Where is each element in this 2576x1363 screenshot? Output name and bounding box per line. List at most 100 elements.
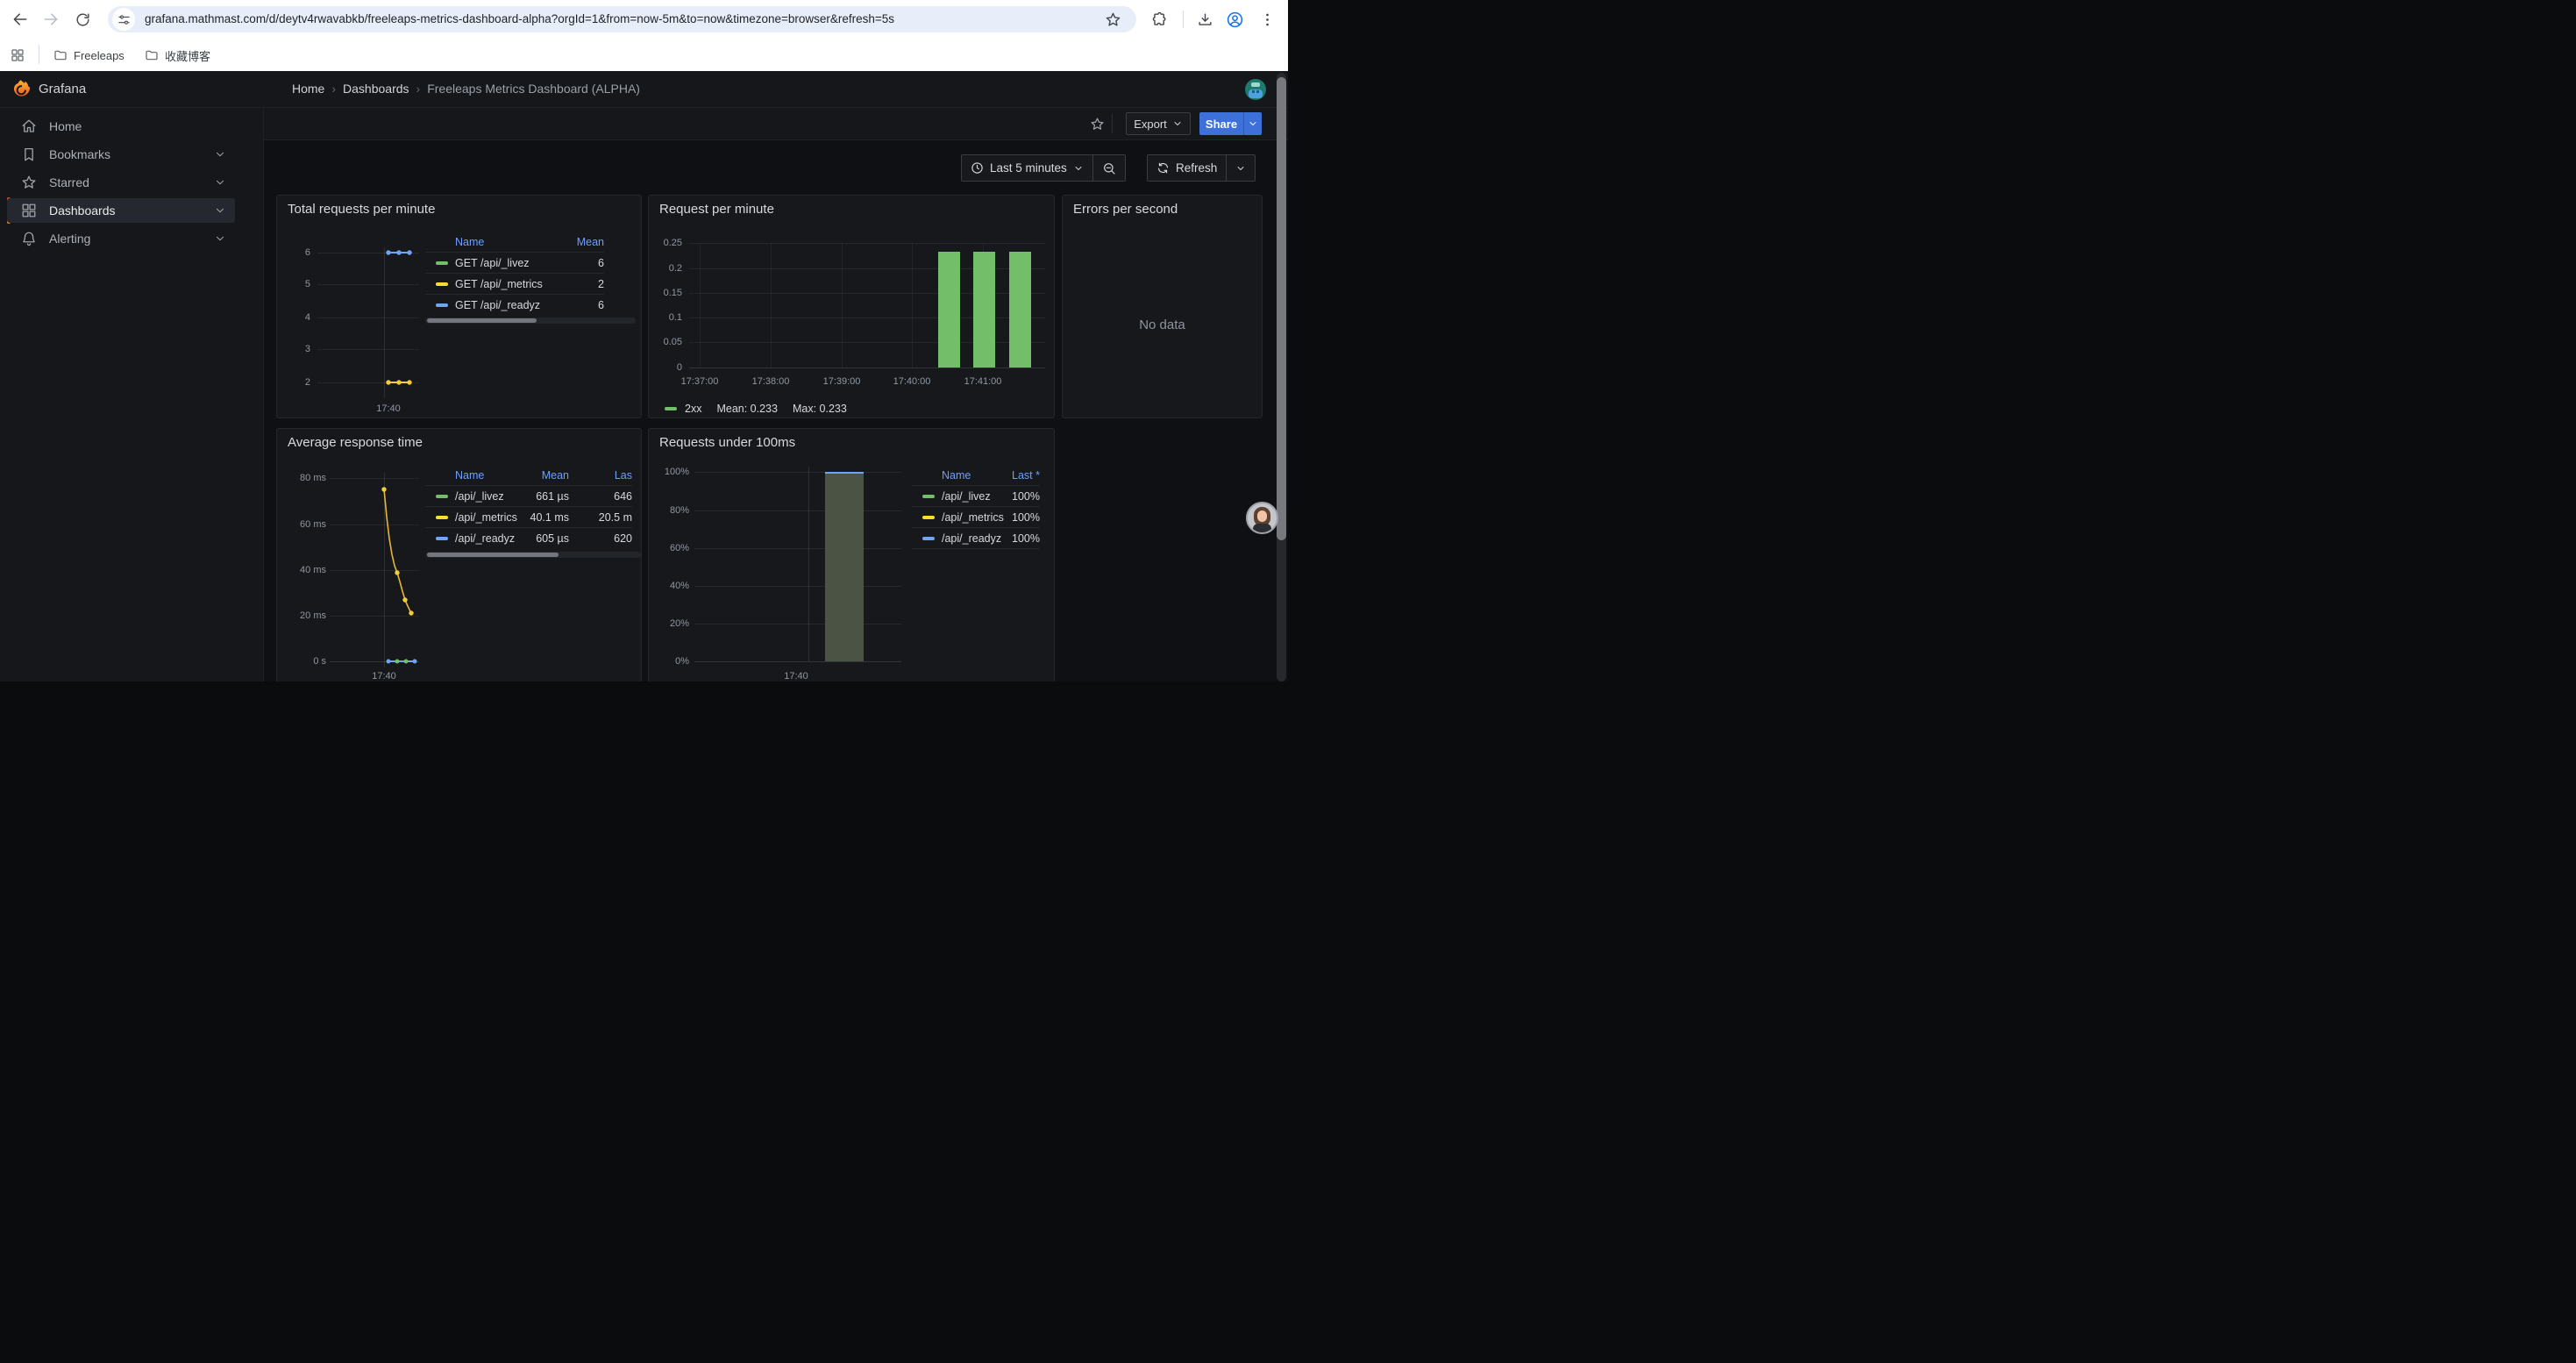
panel-title[interactable]: Request per minute (659, 202, 774, 217)
address-bar[interactable]: grafana.mathmast.com/d/deytv4rwavabkb/fr… (108, 6, 1136, 32)
page-scrollbar-thumb[interactable] (1277, 77, 1286, 540)
bookmark-star-icon[interactable] (1103, 10, 1122, 29)
series-chip (436, 303, 448, 307)
favorite-star-icon[interactable] (1086, 113, 1107, 134)
legend-row[interactable]: /api/_readyz 100% (912, 527, 1040, 548)
chevron-down-icon (1248, 118, 1258, 129)
sidebar-item-starred[interactable]: Starred (7, 170, 235, 195)
legend-col-mean[interactable]: Mean (542, 469, 569, 482)
legend-row[interactable]: /api/_metrics 40.1 ms 20.5 m (425, 506, 632, 527)
subheader-divider (1112, 114, 1113, 133)
bookmark-folder-blogs[interactable]: 收藏博客 (139, 45, 217, 66)
legend-col-name[interactable]: Name (455, 469, 484, 482)
url-text: grafana.mathmast.com/d/deytv4rwavabkb/fr… (145, 12, 1100, 25)
panel-request-per-minute: Request per minute 0.25 0.2 0.15 0.1 0.0… (648, 195, 1055, 418)
legend-table: Name Mean GET /api/_livez 6 GET /api/_me… (425, 234, 604, 315)
download-icon[interactable] (1195, 10, 1214, 29)
zoom-out-button[interactable] (1093, 155, 1125, 181)
zoom-out-icon (1102, 161, 1116, 175)
panel-total-requests-per-minute: Total requests per minute 6 5 4 3 2 17:4… (276, 195, 642, 418)
refresh-interval-button[interactable] (1227, 155, 1255, 181)
legend-col-last[interactable]: Last * (1012, 469, 1040, 482)
grafana-logo-icon[interactable] (11, 79, 32, 100)
user-avatar[interactable] (1245, 79, 1266, 100)
series-chip (665, 407, 677, 410)
bookmarks-bar: Freeleaps 收藏博客 (0, 39, 1288, 71)
dashboards-grid-icon (21, 203, 37, 218)
forward-icon[interactable] (41, 10, 60, 29)
chevron-down-icon[interactable] (214, 204, 226, 217)
breadcrumb-home[interactable]: Home (292, 82, 324, 96)
bookmark-label: 收藏博客 (165, 47, 210, 64)
series-chip (922, 516, 935, 519)
share-menu-button[interactable] (1243, 112, 1262, 135)
home-icon (21, 118, 37, 134)
legend-row[interactable]: /api/_livez 100% (912, 485, 1040, 506)
share-button[interactable]: Share (1199, 112, 1243, 135)
panel-average-response-time: Average response time 80 ms 60 ms 40 ms … (276, 428, 642, 682)
sidebar-item-dashboards[interactable]: Dashboards (7, 198, 235, 223)
folder-icon (145, 48, 159, 62)
legend-row[interactable]: 2xx Mean: 0.233 Max: 0.233 (665, 403, 847, 415)
bell-icon (21, 231, 37, 246)
floating-avatar[interactable] (1246, 502, 1278, 534)
chevron-down-icon (1073, 163, 1084, 174)
refresh-button[interactable]: Refresh (1148, 155, 1226, 181)
dashboard-subheader: Export Share (264, 108, 1288, 140)
legend-col-name[interactable]: Name (455, 236, 484, 248)
page-scrollbar[interactable] (1277, 73, 1286, 682)
export-button[interactable]: Export (1126, 112, 1191, 135)
grafana-top-nav: Grafana Home › Dashboards › Freeleaps Me… (0, 71, 1288, 108)
chevron-down-icon[interactable] (214, 148, 226, 161)
bar-2xx[interactable] (1009, 252, 1031, 368)
screen: grafana.mathmast.com/d/deytv4rwavabkb/fr… (0, 0, 1288, 682)
chevron-down-icon (1172, 118, 1183, 129)
dashboard-canvas: Last 5 minutes Refresh Total requests pe… (264, 140, 1288, 682)
refresh-icon (1156, 161, 1170, 175)
extensions-icon[interactable] (1149, 10, 1169, 29)
breadcrumb: Home › Dashboards › Freeleaps Metrics Da… (292, 82, 640, 96)
panel-title[interactable]: Errors per second (1073, 202, 1178, 217)
chevron-down-icon[interactable] (214, 232, 226, 245)
chevron-down-icon[interactable] (214, 176, 226, 189)
chevron-down-icon (1235, 163, 1246, 174)
bookmark-folder-freeleaps[interactable]: Freeleaps (47, 45, 131, 66)
legend-row[interactable]: GET /api/_livez 6 (425, 252, 604, 273)
series-chip (436, 537, 448, 540)
breadcrumb-dashboards[interactable]: Dashboards (343, 82, 409, 96)
time-range-picker[interactable]: Last 5 minutes (962, 155, 1092, 181)
legend-scrollbar[interactable] (425, 552, 641, 558)
legend-col-last[interactable]: Las (615, 469, 632, 482)
legend-row[interactable]: /api/_metrics 100% (912, 506, 1040, 527)
panel-title[interactable]: Requests under 100ms (659, 435, 795, 450)
panel-errors-per-second: Errors per second No data (1062, 195, 1263, 418)
site-settings-icon[interactable] (112, 8, 135, 31)
legend-scrollbar[interactable] (425, 318, 636, 324)
series-chip (436, 282, 448, 286)
browser-toolbar: grafana.mathmast.com/d/deytv4rwavabkb/fr… (0, 0, 1288, 39)
series-chip (436, 495, 448, 498)
browser-menu-icon[interactable] (1257, 10, 1277, 29)
folder-icon (53, 48, 68, 62)
legend-col-mean[interactable]: Mean (577, 236, 604, 248)
bar-2xx[interactable] (973, 252, 995, 368)
reload-icon[interactable] (73, 10, 92, 29)
bar-2xx[interactable] (938, 252, 960, 368)
profile-avatar-icon[interactable] (1225, 10, 1244, 29)
legend-row[interactable]: GET /api/_metrics 2 (425, 273, 604, 294)
legend-row[interactable]: /api/_readyz 605 µs 620 (425, 527, 632, 548)
legend-table: Name Mean Las /api/_livez 661 µs 646 /ap… (425, 467, 632, 548)
back-icon[interactable] (11, 10, 30, 29)
legend-row[interactable]: GET /api/_readyz 6 (425, 294, 604, 315)
sidebar-item-bookmarks[interactable]: Bookmarks (7, 142, 235, 167)
percent-bar[interactable] (825, 474, 864, 661)
grafana-brand[interactable]: Grafana (39, 82, 86, 96)
apps-grid-icon[interactable] (8, 46, 27, 65)
star-icon (21, 175, 37, 190)
legend-col-name[interactable]: Name (942, 469, 971, 482)
legend-table: Name Last * /api/_livez 100% /api/_metri… (912, 467, 1040, 549)
sidebar-item-home[interactable]: Home (7, 114, 235, 139)
legend-row[interactable]: /api/_livez 661 µs 646 (425, 485, 632, 506)
sidebar-item-alerting[interactable]: Alerting (7, 226, 235, 251)
series-chip (436, 516, 448, 519)
